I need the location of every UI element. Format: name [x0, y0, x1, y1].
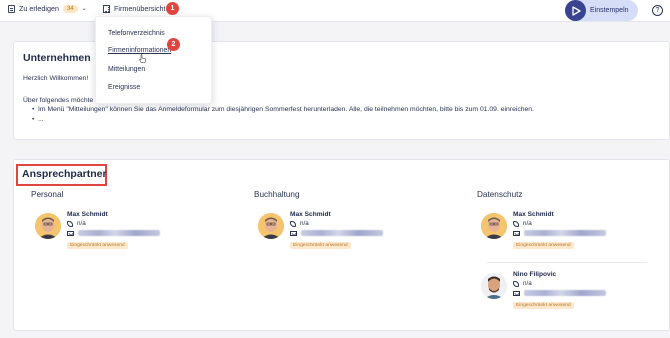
todo-menu[interactable]: Zu erledigen 34 ⌄: [8, 4, 87, 13]
intro-text: Über folgendes möchte: [23, 97, 94, 104]
einstempeln-button[interactable]: Einstempeln: [565, 0, 638, 21]
cursor-icon: [139, 54, 147, 63]
status-badge: Eingeschränkt anwesend: [290, 242, 351, 249]
list-item: ...: [32, 115, 534, 125]
contact-email[interactable]: [513, 230, 606, 236]
contact-name: Max Schmidt: [290, 211, 331, 218]
contact-email[interactable]: [513, 290, 606, 296]
email-redacted: [524, 230, 606, 236]
avatar: [481, 273, 507, 299]
mail-icon: [290, 230, 297, 236]
todo-count-badge: 34: [62, 4, 78, 13]
list-item: Im Menü "Mitteilungen" können Sie das An…: [32, 105, 534, 115]
phone-icon: [290, 220, 296, 227]
phone-icon: [67, 220, 73, 227]
dept-buchhaltung: Buchhaltung: [254, 190, 300, 199]
avatar: [35, 213, 61, 239]
menu-item-ereignisse[interactable]: Ereignisse: [108, 84, 140, 91]
email-redacted: [78, 230, 160, 236]
chevron-down-icon: ⌄: [81, 6, 87, 12]
contact-email[interactable]: [290, 230, 383, 236]
status-badge: Eingeschränkt anwesend: [513, 242, 574, 249]
document-icon: [8, 4, 15, 13]
phone-value: n/a: [77, 220, 86, 227]
mail-icon: [67, 230, 74, 236]
contact-phone: n/a: [290, 220, 309, 227]
phone-icon: [513, 220, 519, 227]
menu-item-telefonverzeichnis[interactable]: Telefonverzeichnis: [108, 30, 165, 37]
contact-name: Nino Filipovic: [513, 271, 557, 278]
avatar: [481, 213, 507, 239]
contact-name: Max Schmidt: [513, 211, 554, 218]
ansprechpartner-title: Ansprechpartner: [22, 168, 107, 180]
contact-email[interactable]: [67, 230, 160, 236]
ansprechpartner-card: Ansprechpartner Personal Buchhaltung Dat…: [13, 159, 670, 331]
menu-item-firmeninformationen[interactable]: Firmeninformationen: [108, 47, 171, 54]
avatar: [258, 213, 284, 239]
contact-name: Max Schmidt: [67, 211, 108, 218]
mail-icon: [513, 230, 520, 236]
firmenuebersicht-menu[interactable]: Firmenübersicht: [103, 4, 166, 13]
unternehmen-title: Unternehmen: [23, 52, 91, 64]
status-badge: Eingeschränkt anwesend: [513, 302, 574, 309]
phone-value: n/a: [523, 220, 532, 227]
todo-label: Zu erledigen: [19, 4, 59, 13]
mail-icon: [513, 290, 520, 296]
phone-value: n/a: [523, 280, 532, 287]
welcome-text: Herzlich Willkommen!: [23, 75, 89, 82]
einstempeln-label: Einstempeln: [590, 7, 629, 14]
phone-value: n/a: [300, 220, 309, 227]
contact-phone: n/a: [513, 280, 532, 287]
divider: [487, 262, 647, 263]
status-badge: Eingeschränkt anwesend: [67, 242, 128, 249]
step-callout-1: 1: [166, 2, 179, 15]
step-callout-2: 2: [167, 38, 180, 51]
play-icon: [565, 0, 586, 21]
dept-personal: Personal: [31, 190, 64, 199]
dept-datenschutz: Datenschutz: [477, 190, 523, 199]
contact-phone: n/a: [67, 220, 86, 227]
grid-icon: [103, 4, 110, 13]
info-list: Im Menü "Mitteilungen" können Sie das An…: [32, 105, 534, 125]
menu-item-mitteilungen[interactable]: Mitteilungen: [108, 66, 145, 73]
help-icon[interactable]: ?: [652, 5, 663, 16]
firmenuebersicht-dropdown: Telefonverzeichnis Firmeninformationen M…: [95, 16, 212, 104]
email-redacted: [301, 230, 383, 236]
contact-phone: n/a: [513, 220, 532, 227]
firmenuebersicht-label: Firmenübersicht: [114, 4, 166, 13]
email-redacted: [524, 290, 606, 296]
phone-icon: [513, 280, 519, 287]
